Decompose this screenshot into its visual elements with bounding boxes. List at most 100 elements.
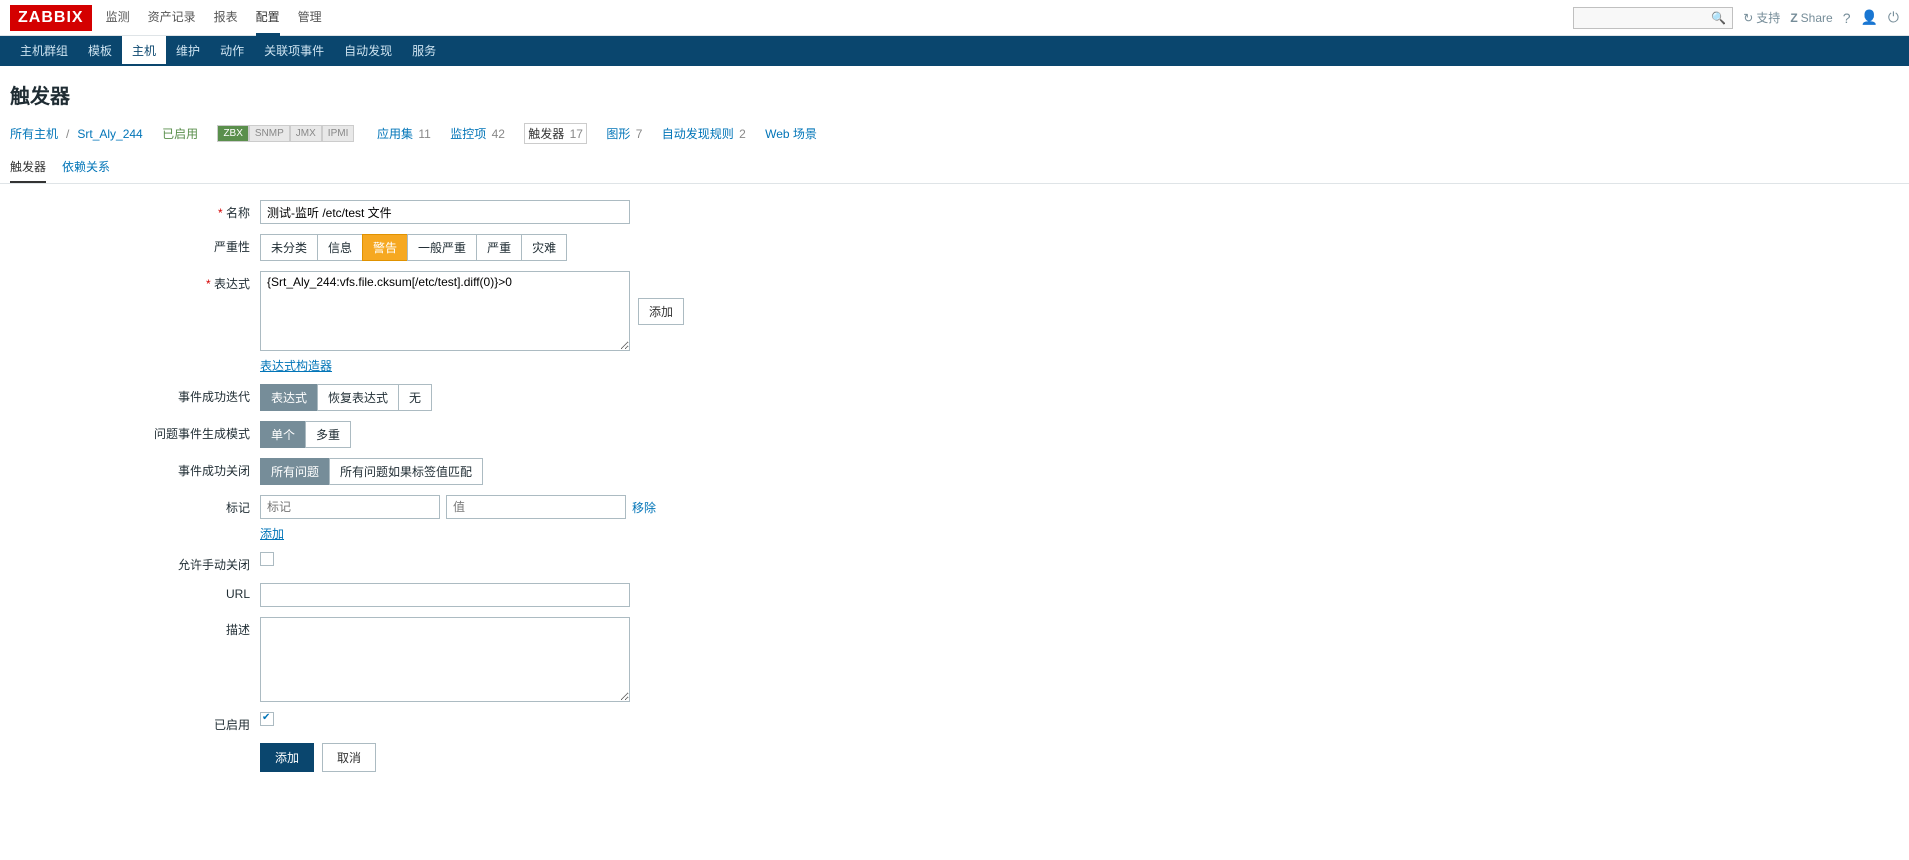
crumb-sep: / xyxy=(66,127,69,141)
help-icon[interactable]: ? xyxy=(1843,10,1851,26)
severity-group: 未分类 信息 警告 一般严重 严重 灾难 xyxy=(260,234,567,261)
crumb-all-hosts[interactable]: 所有主机 xyxy=(10,125,58,142)
sev-warning[interactable]: 警告 xyxy=(362,234,408,261)
logout-icon[interactable]: ⏻ xyxy=(1888,9,1899,26)
sub-discovery[interactable]: 自动发现 xyxy=(334,36,402,66)
crumb-label: 图形 xyxy=(606,127,630,141)
sub-actions[interactable]: 动作 xyxy=(210,36,254,66)
sev-info[interactable]: 信息 xyxy=(317,234,363,261)
tag-value-input[interactable] xyxy=(446,495,626,519)
search-box: 🔍 xyxy=(1573,7,1733,29)
share-label: Share xyxy=(1801,11,1833,25)
label-manual-close: 允许手动关闭 xyxy=(10,552,260,573)
menu-administration[interactable]: 管理 xyxy=(298,0,322,36)
sub-hostgroups[interactable]: 主机群组 xyxy=(10,36,78,66)
crumb-count: 7 xyxy=(634,127,643,141)
page-title: 触发器 xyxy=(0,66,1909,119)
crumb-applications[interactable]: 应用集 11 xyxy=(377,125,431,142)
badge-jmx: JMX xyxy=(290,125,322,142)
tag-row: 移除 xyxy=(260,495,656,519)
badge-zbx: ZBX xyxy=(217,125,248,142)
sub-maintenance[interactable]: 维护 xyxy=(166,36,210,66)
problem-mode-single[interactable]: 单个 xyxy=(260,421,306,448)
crumb-graphs[interactable]: 图形 7 xyxy=(606,125,642,142)
problem-mode-group: 单个 多重 xyxy=(260,421,351,448)
crumb-count: 42 xyxy=(490,127,505,141)
enabled-checkbox[interactable] xyxy=(260,712,274,726)
menu-configuration[interactable]: 配置 xyxy=(256,0,280,36)
description-input[interactable] xyxy=(260,617,630,702)
crumb-web[interactable]: Web 场景 xyxy=(765,125,817,142)
expression-input[interactable]: {Srt_Aly_244:vfs.file.cksum[/etc/test].d… xyxy=(260,271,630,351)
sub-templates[interactable]: 模板 xyxy=(78,36,122,66)
tab-dependencies[interactable]: 依赖关系 xyxy=(62,152,110,183)
menu-inventory[interactable]: 资产记录 xyxy=(148,0,196,36)
manual-close-checkbox[interactable] xyxy=(260,552,274,566)
search-icon[interactable]: 🔍 xyxy=(1711,11,1726,25)
label-description: 描述 xyxy=(10,617,260,638)
trigger-form: 名称 严重性 未分类 信息 警告 一般严重 严重 灾难 表达式 {Srt_Aly… xyxy=(0,184,1909,798)
tab-trigger[interactable]: 触发器 xyxy=(10,152,46,183)
menu-monitoring[interactable]: 监测 xyxy=(106,0,130,36)
sev-disaster[interactable]: 灾难 xyxy=(521,234,567,261)
crumb-count: 17 xyxy=(568,127,583,141)
breadcrumb: 所有主机 / Srt_Aly_244 已启用 ZBXSNMPJMXIPMI 应用… xyxy=(0,119,1909,152)
sev-average[interactable]: 一般严重 xyxy=(407,234,477,261)
crumb-host[interactable]: Srt_Aly_244 xyxy=(77,127,142,141)
problem-mode-multiple[interactable]: 多重 xyxy=(305,421,351,448)
crumb-label: 应用集 xyxy=(377,127,413,141)
ok-event-recovery[interactable]: 恢复表达式 xyxy=(317,384,399,411)
expression-add-button[interactable]: 添加 xyxy=(638,298,684,325)
label-url: URL xyxy=(10,583,260,601)
crumb-items[interactable]: 监控项 42 xyxy=(450,125,505,142)
crumb-triggers[interactable]: 触发器 17 xyxy=(524,123,587,144)
sub-correlation[interactable]: 关联项事件 xyxy=(254,36,334,66)
crumb-label: 自动发现规则 xyxy=(662,127,734,141)
menu-reports[interactable]: 报表 xyxy=(214,0,238,36)
label-spacer xyxy=(10,743,260,747)
share-link[interactable]: Z Share xyxy=(1790,11,1832,25)
tag-name-input[interactable] xyxy=(260,495,440,519)
expression-builder-link[interactable]: 表达式构造器 xyxy=(260,357,332,374)
name-input[interactable] xyxy=(260,200,630,224)
user-icon[interactable]: 👤 xyxy=(1860,9,1877,26)
crumb-discovery-rules[interactable]: 自动发现规则 2 xyxy=(662,125,746,142)
support-link[interactable]: ↻ 支持 xyxy=(1743,9,1780,26)
label-enabled: 已启用 xyxy=(10,712,260,733)
label-ok-event: 事件成功迭代 xyxy=(10,384,260,405)
support-label: 支持 xyxy=(1756,9,1780,26)
ok-event-expression[interactable]: 表达式 xyxy=(260,384,318,411)
form-tabs: 触发器 依赖关系 xyxy=(0,152,1909,184)
label-severity: 严重性 xyxy=(10,234,260,255)
sub-nav: 主机群组 模板 主机 维护 动作 关联项事件 自动发现 服务 xyxy=(0,36,1909,66)
top-menu: 监测 资产记录 报表 配置 管理 xyxy=(106,0,1574,36)
cancel-button[interactable]: 取消 xyxy=(322,743,376,772)
ok-event-group: 表达式 恢复表达式 无 xyxy=(260,384,432,411)
sev-not-classified[interactable]: 未分类 xyxy=(260,234,318,261)
top-right: 🔍 ↻ 支持 Z Share ? 👤 ⏻ xyxy=(1573,7,1899,29)
add-button[interactable]: 添加 xyxy=(260,743,314,772)
logo[interactable]: ZABBIX xyxy=(10,5,92,31)
sev-high[interactable]: 严重 xyxy=(476,234,522,261)
url-input[interactable] xyxy=(260,583,630,607)
badge-ipmi: IPMI xyxy=(322,125,355,142)
crumb-label: 触发器 xyxy=(528,127,564,141)
sub-hosts[interactable]: 主机 xyxy=(122,36,166,66)
ok-close-all[interactable]: 所有问题 xyxy=(260,458,330,485)
tag-add-link[interactable]: 添加 xyxy=(260,525,284,542)
label-tags: 标记 xyxy=(10,495,260,516)
search-input[interactable] xyxy=(1580,11,1711,25)
ok-close-group: 所有问题 所有问题如果标签值匹配 xyxy=(260,458,483,485)
label-problem-mode: 问题事件生成模式 xyxy=(10,421,260,442)
sub-services[interactable]: 服务 xyxy=(402,36,446,66)
tag-remove-link[interactable]: 移除 xyxy=(632,499,656,516)
status-enabled: 已启用 xyxy=(162,125,198,142)
crumb-count: 11 xyxy=(416,127,430,141)
badge-snmp: SNMP xyxy=(249,125,290,142)
top-nav: ZABBIX 监测 资产记录 报表 配置 管理 🔍 ↻ 支持 Z Share ?… xyxy=(0,0,1909,36)
label-expression: 表达式 xyxy=(10,271,260,292)
ok-close-tag[interactable]: 所有问题如果标签值匹配 xyxy=(329,458,483,485)
label-name: 名称 xyxy=(10,200,260,221)
ok-event-none[interactable]: 无 xyxy=(398,384,432,411)
interface-badges: ZBXSNMPJMXIPMI xyxy=(217,125,354,142)
